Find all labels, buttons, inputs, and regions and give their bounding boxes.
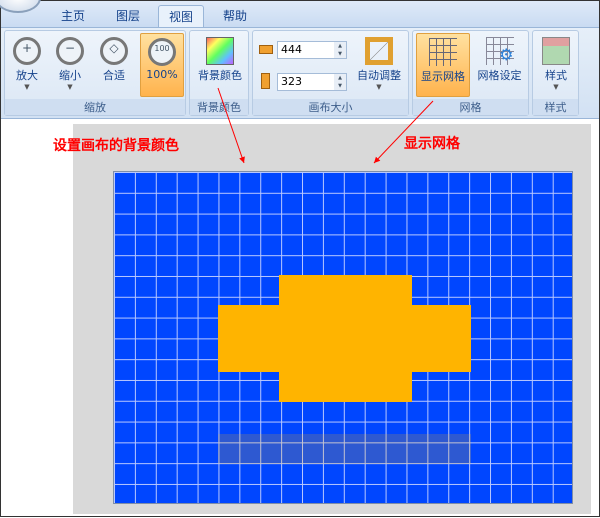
annotation-arrows xyxy=(217,87,434,164)
arrow-background xyxy=(217,87,245,164)
arrow-grid xyxy=(373,100,434,164)
